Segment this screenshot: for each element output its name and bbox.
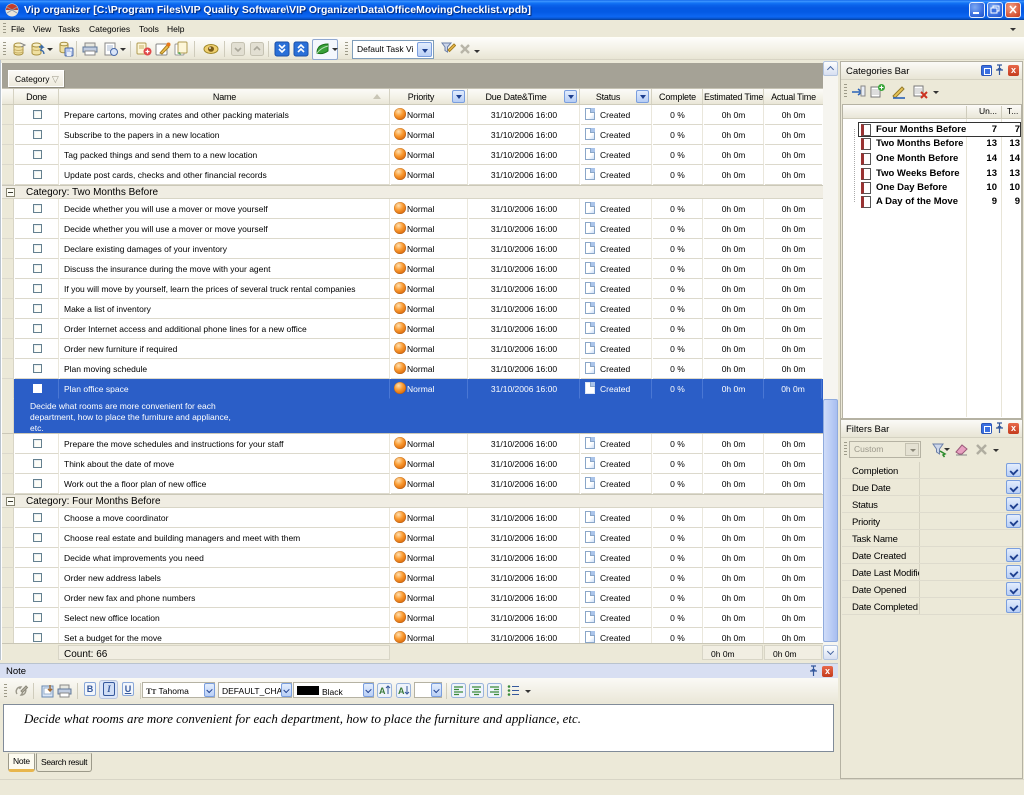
svg-text:A: A — [398, 686, 405, 696]
svg-text:A: A — [379, 686, 386, 696]
